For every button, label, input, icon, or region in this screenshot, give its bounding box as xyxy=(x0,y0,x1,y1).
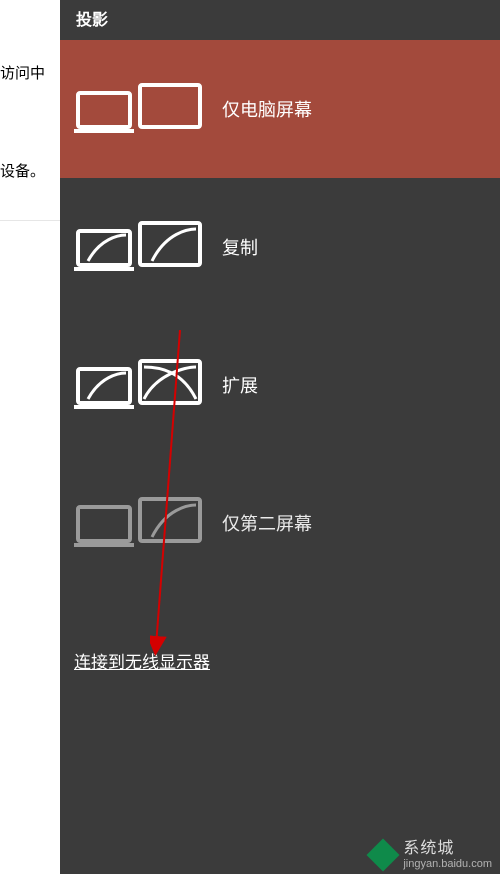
second-only-icon xyxy=(74,493,204,553)
watermark-logo-icon xyxy=(369,841,397,869)
option-label: 扩展 xyxy=(222,372,258,398)
bg-text-2: 设备。 xyxy=(0,160,45,181)
option-second-only[interactable]: 仅第二屏幕 xyxy=(60,454,500,592)
project-panel: 投影 仅电脑屏幕 xyxy=(60,0,500,874)
background-left-strip: 访问中 设备。 xyxy=(0,0,60,874)
connect-wireless-link[interactable]: 连接到无线显示器 xyxy=(74,648,210,673)
option-extend[interactable]: 扩展 xyxy=(60,316,500,454)
option-duplicate[interactable]: 复制 xyxy=(60,178,500,316)
duplicate-icon xyxy=(74,217,204,277)
watermark-main: 系统城 xyxy=(403,840,492,858)
panel-title: 投影 xyxy=(60,0,500,40)
pc-only-icon xyxy=(74,79,204,139)
watermark: 系统城 jingyan.baidu.com xyxy=(369,840,492,870)
option-pc-only[interactable]: 仅电脑屏幕 xyxy=(60,40,500,178)
watermark-sub: jingyan.baidu.com xyxy=(403,858,492,870)
option-label: 仅电脑屏幕 xyxy=(222,96,312,122)
extend-icon xyxy=(74,355,204,415)
bg-text-1: 访问中 xyxy=(0,62,45,83)
bg-divider xyxy=(0,220,60,221)
option-label: 仅第二屏幕 xyxy=(222,510,312,536)
option-label: 复制 xyxy=(222,234,258,260)
